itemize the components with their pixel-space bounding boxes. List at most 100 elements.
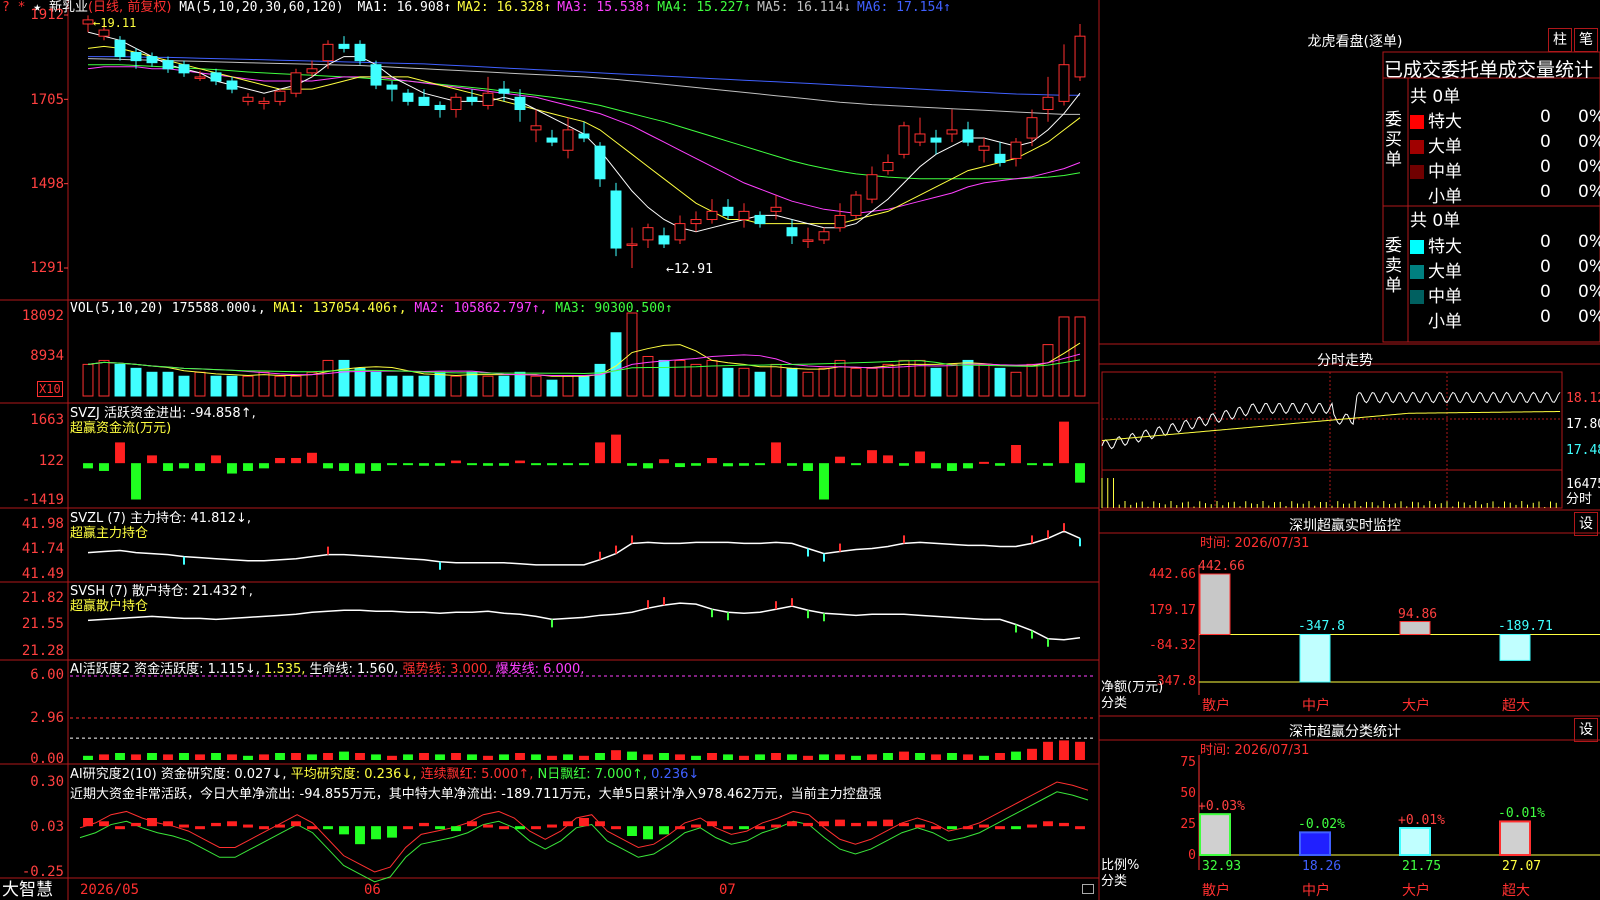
sz-settings-button[interactable]: 设 xyxy=(1574,512,1598,536)
candle-body xyxy=(626,243,638,246)
research-bar xyxy=(131,822,141,827)
fund-flow-bar xyxy=(963,463,973,469)
fund-flow-bar xyxy=(323,463,333,469)
volume-bar xyxy=(786,367,798,397)
cls-time: 时间: 2026/07/31 xyxy=(1200,743,1310,758)
volume-bar xyxy=(418,375,430,397)
activity-bar xyxy=(323,753,333,760)
volume-bar xyxy=(354,367,366,397)
candle-body xyxy=(418,96,430,106)
fund-flow-bar xyxy=(899,463,909,466)
candle-body xyxy=(882,161,894,172)
fund-flow-bar xyxy=(563,463,573,466)
activity-bar xyxy=(147,753,157,760)
research-bar xyxy=(611,826,621,830)
research-bar xyxy=(531,826,541,830)
activity-bar xyxy=(451,753,461,760)
row-pct: 0% xyxy=(1578,157,1600,177)
candle-body xyxy=(546,137,558,143)
research-bar xyxy=(435,826,445,830)
row-name: 小单 xyxy=(1428,187,1462,207)
ai1-name: AI活跃度2 资金活跃度: xyxy=(70,662,208,677)
candle-body xyxy=(674,223,686,241)
sz-category: 散户 xyxy=(1202,698,1230,714)
research-bar xyxy=(227,821,237,827)
fund-flow-bar xyxy=(1027,463,1037,466)
candle-body xyxy=(402,92,414,102)
activity-bar xyxy=(691,755,701,760)
research-bar xyxy=(371,826,381,840)
cls-settings-button[interactable]: 设 xyxy=(1574,718,1598,742)
cls-bar-delta: +0.03% xyxy=(1198,799,1245,815)
candle-body xyxy=(946,129,958,135)
lhb-title: 龙虎看盘(逐单) xyxy=(1307,34,1403,50)
candle-body xyxy=(114,39,126,58)
research-bar xyxy=(1027,824,1037,828)
fund-flow-bar xyxy=(755,463,765,466)
candle-body xyxy=(754,214,766,225)
volume-bar xyxy=(1058,316,1070,397)
activity-bar xyxy=(499,754,509,760)
candle-body xyxy=(1026,117,1038,139)
fund-flow-bar xyxy=(771,442,781,464)
research-bar xyxy=(307,826,317,830)
bar-mode-button[interactable]: 柱 xyxy=(1548,28,1572,52)
activity-bar xyxy=(883,753,893,760)
ai2-nday: N日飘红: 7.000↑, xyxy=(537,767,648,782)
pen-mode-button[interactable]: 笔 xyxy=(1574,28,1598,52)
fund-flow-bar xyxy=(99,463,109,471)
activity-bar xyxy=(1075,741,1085,760)
activity-bar xyxy=(643,754,653,760)
activity-bar xyxy=(611,750,621,760)
research-bar xyxy=(451,826,461,832)
row-count: 0 xyxy=(1540,232,1551,252)
cls-title: 深市超赢分类统计 xyxy=(1289,724,1401,740)
ma-legend-item: MA3: 15.538↑ xyxy=(557,0,652,15)
fund-flow-bar xyxy=(515,460,525,464)
fund-flow-bar xyxy=(803,463,813,471)
lock-icon[interactable] xyxy=(1082,884,1094,894)
volume-bar xyxy=(114,363,126,397)
brand-logo[interactable]: 大智慧 xyxy=(2,881,53,900)
volume-bar xyxy=(1042,344,1054,397)
ai2-avg: 平均研究度: 0.236↓, xyxy=(290,767,417,782)
candle-body xyxy=(354,43,366,62)
ma-legend-item: MA2: 16.328↑ xyxy=(457,0,552,15)
fund-flow-bar xyxy=(435,463,445,466)
volume-bar xyxy=(98,359,110,397)
intraday-title: 分时走势 xyxy=(1317,353,1373,369)
activity-bar xyxy=(83,755,93,760)
candle-body xyxy=(242,96,254,102)
research-bar xyxy=(755,826,765,830)
vol-ma1: MA1: 137054.406↑, xyxy=(273,301,407,316)
ai2-last: 0.236↓ xyxy=(651,767,700,782)
candle-body xyxy=(1010,141,1022,159)
candle-body xyxy=(706,210,718,221)
activity-bar xyxy=(419,753,429,760)
svzj-tick: 122 xyxy=(38,453,64,469)
volume-bar xyxy=(290,375,302,397)
ai1-tick: 0.00 xyxy=(30,751,64,767)
vol-unit-badge: X10 xyxy=(37,381,63,397)
high-price-note: ←19.11 xyxy=(93,16,137,30)
row-name: 大单 xyxy=(1428,262,1462,282)
sz-monitor-title: 深圳超赢实时监控 xyxy=(1289,518,1401,534)
stats-tab[interactable]: 已成交委托单成交量统计 xyxy=(1384,55,1600,82)
volume-bar xyxy=(674,359,686,397)
candle-body xyxy=(738,210,750,221)
stock-period[interactable]: (日线, 前复权) xyxy=(88,0,171,15)
research-bar xyxy=(147,818,157,827)
research-bar xyxy=(259,826,269,830)
activity-bar xyxy=(579,755,589,760)
sz-bar xyxy=(1399,621,1431,635)
activity-bar xyxy=(179,753,189,760)
activity-bar xyxy=(483,755,493,760)
stock-chart-canvas[interactable] xyxy=(0,0,1600,900)
vol-tick: 18092 xyxy=(21,308,64,324)
volume-bar xyxy=(242,375,254,397)
candle-body xyxy=(450,96,462,111)
research-bar xyxy=(899,822,909,827)
sell-section-label: 委卖单 xyxy=(1385,236,1402,296)
row-count: 0 xyxy=(1540,107,1551,127)
research-bar xyxy=(1043,821,1053,827)
